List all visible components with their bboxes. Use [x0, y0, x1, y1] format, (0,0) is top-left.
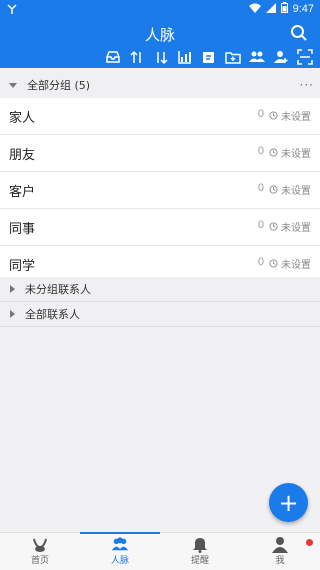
tab-me[interactable]: 我 [240, 533, 320, 570]
group-count: 0 [257, 256, 264, 268]
group-name: 客户 [9, 185, 36, 200]
group-row-colleagues[interactable]: 同事 0 未设置 [0, 209, 320, 246]
edit-tool-icon[interactable] [200, 48, 218, 66]
tab-label: 人脉 [110, 556, 129, 566]
inbox-tool-icon[interactable] [104, 48, 122, 66]
add-fab-button[interactable]: + [269, 483, 308, 522]
status-bar: 9:47 [0, 0, 320, 18]
group-reminder-status: 未设置 [269, 145, 311, 160]
more-options-icon[interactable]: ··· [300, 78, 314, 92]
clock-icon [269, 259, 278, 268]
toolbar [104, 48, 314, 66]
group-count: 0 [257, 145, 264, 157]
group-count: 0 [257, 108, 264, 120]
group-reminder-status: 未设置 [269, 182, 311, 197]
new-folder-tool-icon[interactable] [224, 48, 242, 66]
add-contact-tool-icon[interactable] [272, 48, 290, 66]
bell-icon [191, 535, 209, 553]
home-icon [31, 535, 49, 553]
group-name: 同学 [9, 259, 36, 274]
page-title: 人脉 [144, 26, 175, 44]
caret-right-icon [10, 310, 15, 318]
status-time: 9:47 [292, 3, 314, 15]
tab-home[interactable]: 首页 [0, 533, 80, 570]
plus-icon: + [278, 488, 299, 517]
clock-icon [269, 185, 278, 194]
ungrouped-contacts-section[interactable]: 未分组联系人 [0, 277, 320, 302]
app-bar: 人脉 [0, 18, 320, 68]
chart-tool-icon[interactable] [176, 48, 194, 66]
group-status-label: 未设置 [281, 223, 311, 234]
caret-right-icon [10, 285, 15, 293]
group-status-label: 未设置 [281, 149, 311, 160]
bottom-nav: 首页 人脉 提醒 我 [0, 532, 320, 570]
group-status-label: 未设置 [281, 260, 311, 271]
tab-label: 我 [275, 556, 285, 566]
all-groups-header[interactable]: 全部分组 (5) ··· [0, 72, 320, 99]
group-tool-icon[interactable] [248, 48, 266, 66]
clock-icon [269, 222, 278, 231]
sort-down-tool-icon[interactable] [152, 48, 170, 66]
wifi-icon [248, 3, 261, 16]
signal-icon [265, 2, 276, 16]
group-name: 同事 [9, 222, 36, 237]
search-icon[interactable] [290, 24, 308, 42]
group-status-label: 未设置 [281, 112, 311, 123]
tab-reminders[interactable]: 提醒 [160, 533, 240, 570]
group-name: 朋友 [9, 148, 36, 163]
sort-up-tool-icon[interactable] [128, 48, 146, 66]
tab-label: 提醒 [190, 556, 209, 566]
tab-label: 首页 [30, 556, 49, 566]
section-label: 未分组联系人 [25, 283, 91, 296]
group-name: 家人 [9, 111, 36, 126]
scan-tool-icon[interactable] [296, 48, 314, 66]
all-groups-label: 全部分组 (5) [27, 79, 91, 92]
caret-down-icon [9, 82, 17, 88]
section-label: 全部联系人 [25, 308, 80, 321]
group-row-friends[interactable]: 朋友 0 未设置 [0, 135, 320, 172]
group-status-label: 未设置 [281, 186, 311, 197]
contacts-icon [111, 535, 129, 553]
tab-contacts[interactable]: 人脉 [80, 532, 160, 570]
person-icon [271, 535, 289, 553]
group-count: 0 [257, 219, 264, 231]
group-count: 0 [257, 182, 264, 194]
group-reminder-status: 未设置 [269, 256, 311, 271]
group-list: 家人 0 未设置 朋友 0 未设置 客户 0 未设置 同事 0 未设置 同学 0 [0, 98, 320, 283]
all-contacts-section[interactable]: 全部联系人 [0, 302, 320, 327]
battery-icon [280, 2, 288, 16]
clock-icon [269, 111, 278, 120]
group-row-clients[interactable]: 客户 0 未设置 [0, 172, 320, 209]
group-reminder-status: 未设置 [269, 219, 311, 234]
group-reminder-status: 未设置 [269, 108, 311, 123]
notification-badge [306, 539, 313, 546]
clock-icon [269, 148, 278, 157]
group-row-family[interactable]: 家人 0 未设置 [0, 98, 320, 135]
notification-icon [6, 3, 18, 18]
